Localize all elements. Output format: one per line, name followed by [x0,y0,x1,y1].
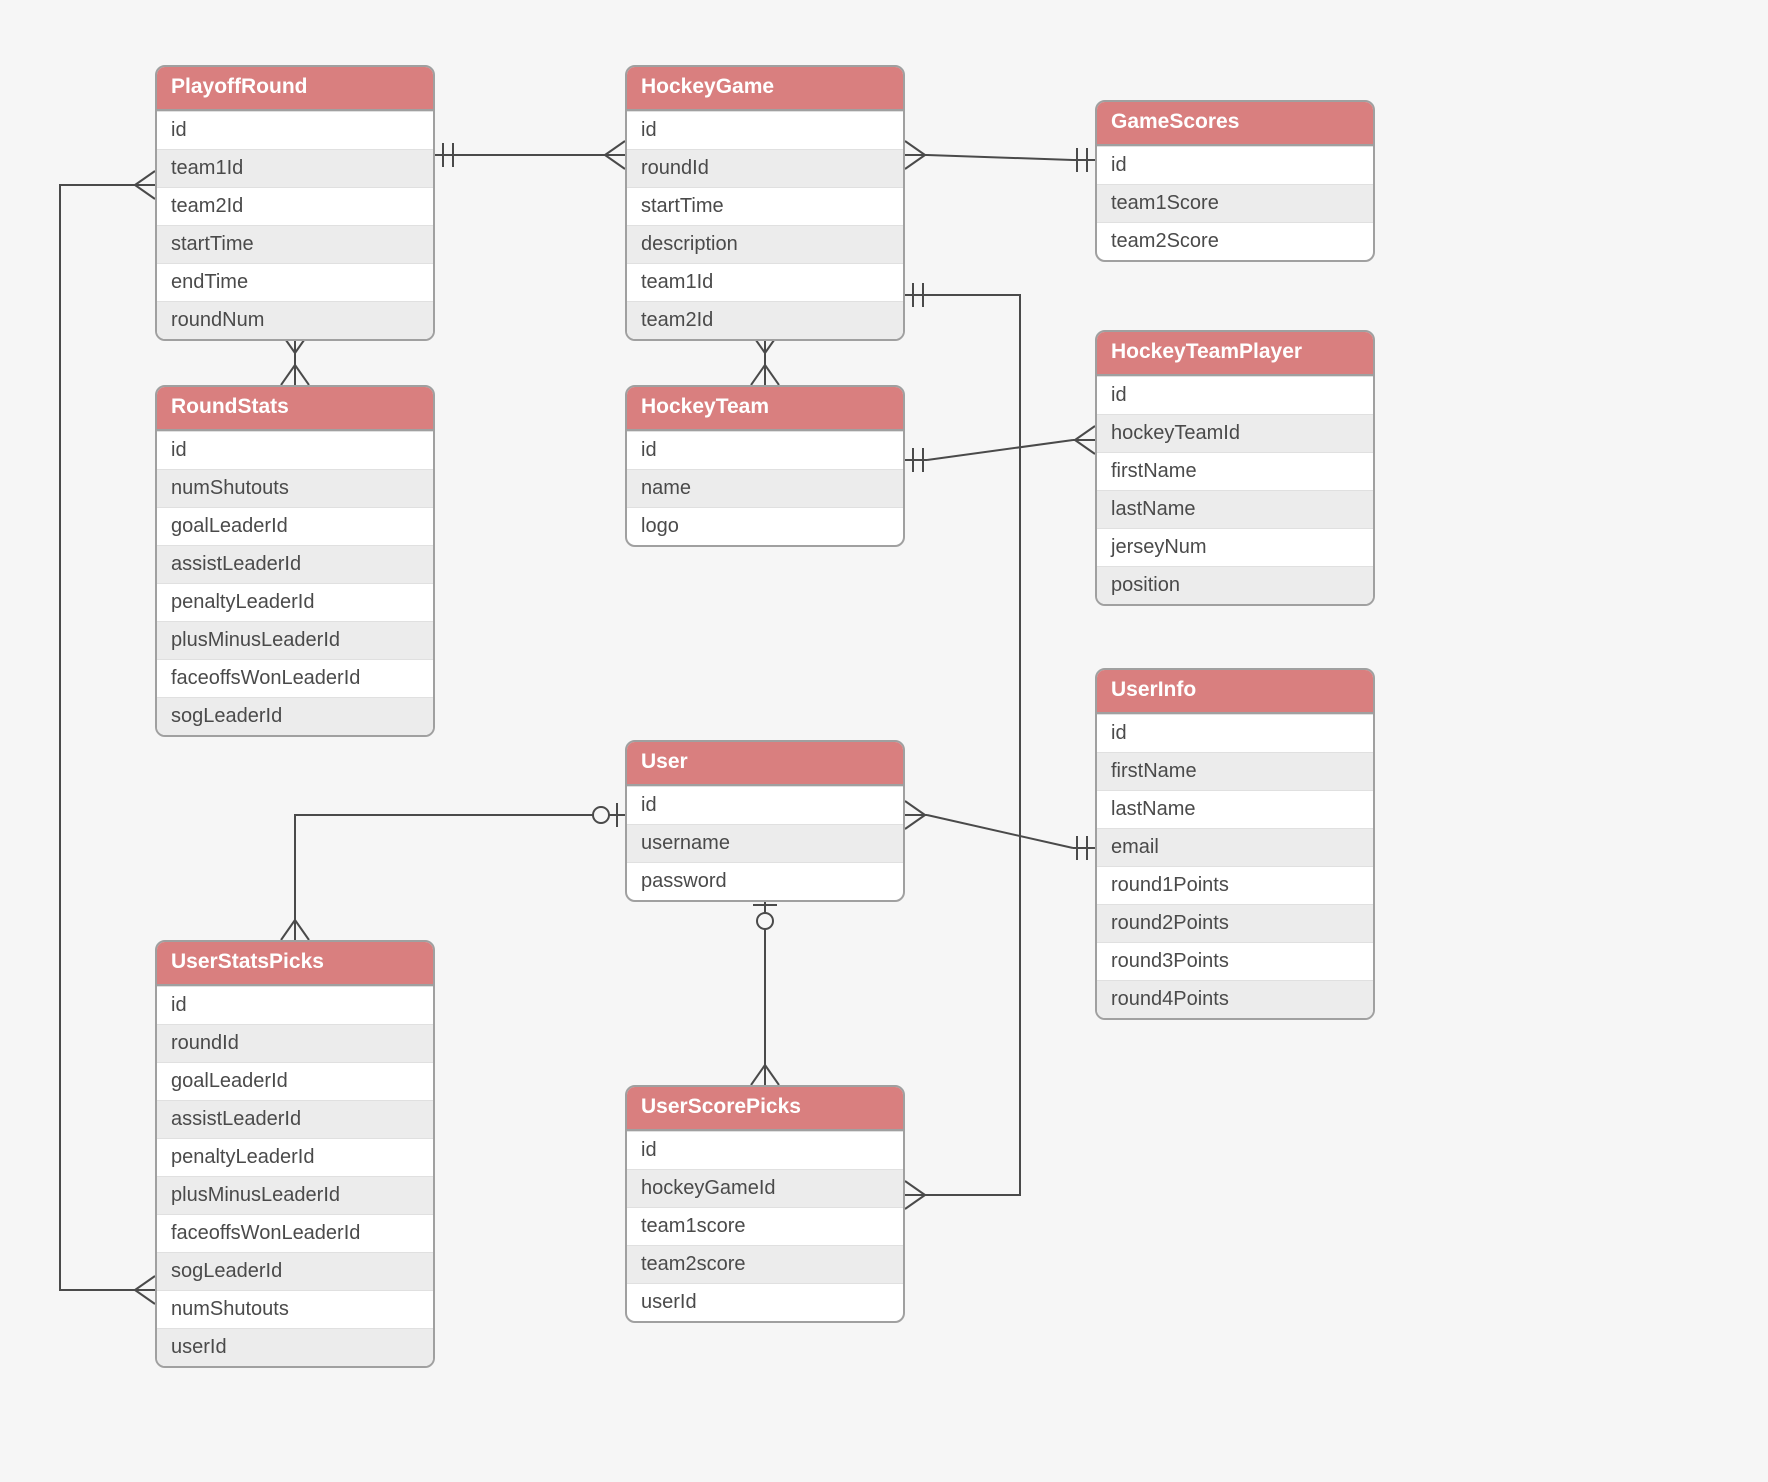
entity-userscorepicks[interactable]: UserScorePicksidhockeyGameIdteam1scorete… [625,1085,905,1323]
entity-attr: hockeyGameId [627,1169,903,1207]
entity-hockeygame[interactable]: HockeyGameidroundIdstartTimedescriptiont… [625,65,905,341]
entity-title: User [627,742,903,786]
entity-attr: hockeyTeamId [1097,414,1373,452]
entity-attr: logo [627,507,903,545]
entity-attr: round2Points [1097,904,1373,942]
entity-title: HockeyTeamPlayer [1097,332,1373,376]
entity-attr: userId [157,1328,433,1366]
entity-attr: round3Points [1097,942,1373,980]
entity-attr: username [627,824,903,862]
entity-attr: id [627,786,903,824]
entity-attr: id [1097,714,1373,752]
entity-userinfo[interactable]: UserInfoidfirstNamelastNameemailround1Po… [1095,668,1375,1020]
entity-attr: lastName [1097,490,1373,528]
entity-attr: team1Id [157,149,433,187]
entity-attr: penaltyLeaderId [157,1138,433,1176]
entity-attr: round1Points [1097,866,1373,904]
entity-attr: id [627,1131,903,1169]
entity-attr: id [157,431,433,469]
erd-canvas: PlayoffRoundidteam1Idteam2IdstartTimeend… [0,0,1768,1482]
entity-attr: team2score [627,1245,903,1283]
entity-attr: sogLeaderId [157,1252,433,1290]
entity-attr: roundId [157,1024,433,1062]
entity-attr: numShutouts [157,1290,433,1328]
entity-attr: id [627,431,903,469]
entity-attr: position [1097,566,1373,604]
entity-attr: endTime [157,263,433,301]
entity-attr: id [1097,146,1373,184]
entity-attr: assistLeaderId [157,1100,433,1138]
entity-attr: id [1097,376,1373,414]
entity-roundstats[interactable]: RoundStatsidnumShutoutsgoalLeaderIdassis… [155,385,435,737]
entity-attr: team2Id [157,187,433,225]
entity-attr: roundNum [157,301,433,339]
entity-attr: userId [627,1283,903,1321]
entity-title: GameScores [1097,102,1373,146]
entity-title: RoundStats [157,387,433,431]
entity-attr: team1score [627,1207,903,1245]
entity-attr: startTime [627,187,903,225]
entity-attr: team1Id [627,263,903,301]
entity-attr: jerseyNum [1097,528,1373,566]
entity-userstatspicks[interactable]: UserStatsPicksidroundIdgoalLeaderIdassis… [155,940,435,1368]
entity-attr: plusMinusLeaderId [157,621,433,659]
entity-attr: lastName [1097,790,1373,828]
entity-attr: name [627,469,903,507]
entity-attr: penaltyLeaderId [157,583,433,621]
entity-title: UserInfo [1097,670,1373,714]
entity-attr: firstName [1097,452,1373,490]
entity-attr: startTime [157,225,433,263]
entity-title: HockeyTeam [627,387,903,431]
entity-title: UserStatsPicks [157,942,433,986]
entity-attr: description [627,225,903,263]
entity-attr: password [627,862,903,900]
entity-gamescores[interactable]: GameScoresidteam1Scoreteam2Score [1095,100,1375,262]
entity-user[interactable]: Useridusernamepassword [625,740,905,902]
entity-attr: numShutouts [157,469,433,507]
entity-attr: plusMinusLeaderId [157,1176,433,1214]
entity-attr: sogLeaderId [157,697,433,735]
entity-attr: team2Score [1097,222,1373,260]
entity-hockeyteamplayer[interactable]: HockeyTeamPlayeridhockeyTeamIdfirstNamel… [1095,330,1375,606]
entity-attr: faceoffsWonLeaderId [157,1214,433,1252]
entity-attr: id [627,111,903,149]
entity-attr: id [157,111,433,149]
entity-attr: email [1097,828,1373,866]
entity-attr: team1Score [1097,184,1373,222]
entity-hockeyteam[interactable]: HockeyTeamidnamelogo [625,385,905,547]
entity-attr: team2Id [627,301,903,339]
entity-attr: goalLeaderId [157,507,433,545]
entity-attr: goalLeaderId [157,1062,433,1100]
entity-attr: id [157,986,433,1024]
entity-title: HockeyGame [627,67,903,111]
entity-attr: firstName [1097,752,1373,790]
entity-attr: roundId [627,149,903,187]
entity-playoffround[interactable]: PlayoffRoundidteam1Idteam2IdstartTimeend… [155,65,435,341]
entity-attr: assistLeaderId [157,545,433,583]
entity-title: PlayoffRound [157,67,433,111]
entity-title: UserScorePicks [627,1087,903,1131]
entity-attr: faceoffsWonLeaderId [157,659,433,697]
entity-attr: round4Points [1097,980,1373,1018]
